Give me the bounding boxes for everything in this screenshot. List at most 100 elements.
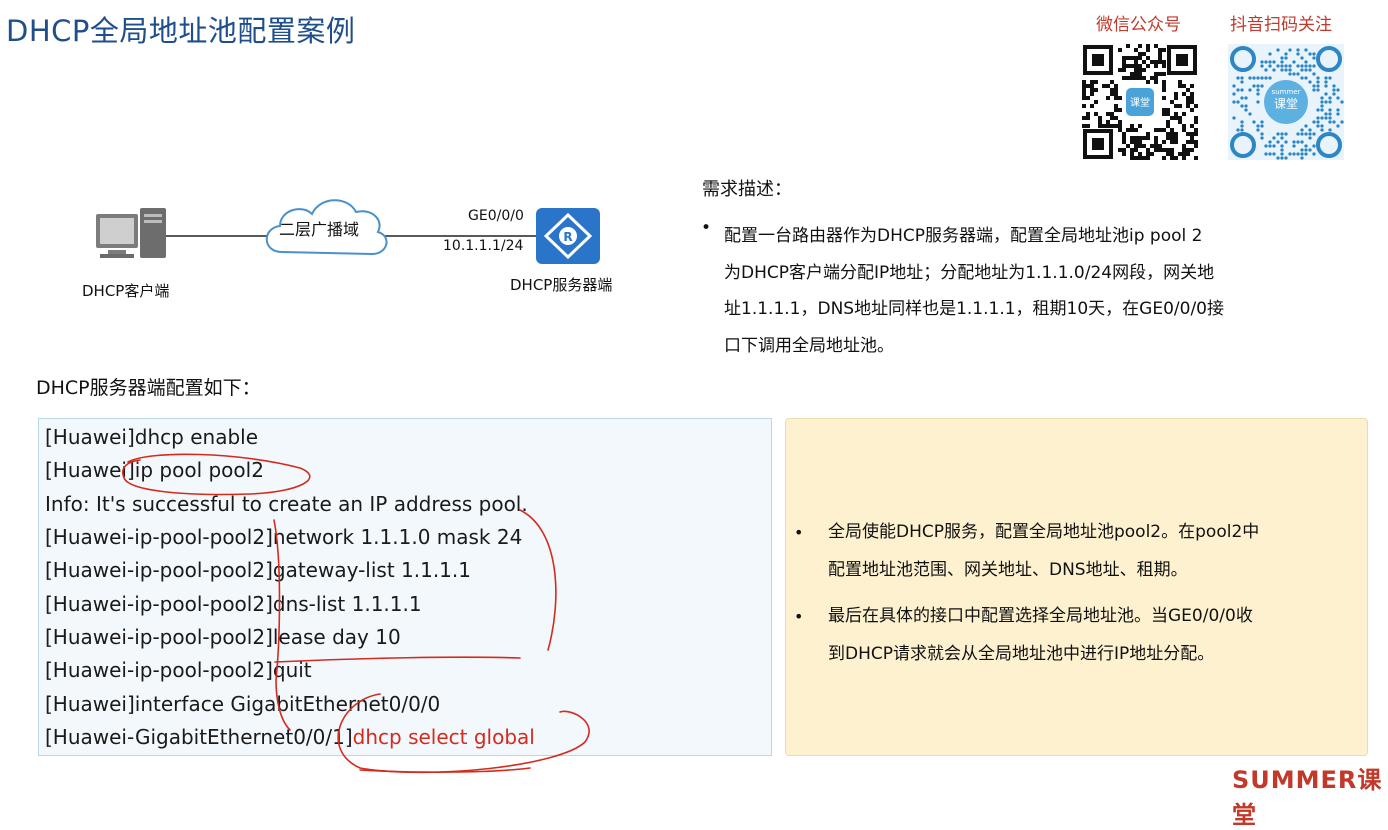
qr-module (1142, 136, 1146, 140)
qr-module (1332, 84, 1336, 88)
qr-module (1134, 56, 1138, 60)
qr-module (1232, 92, 1236, 96)
qr-module (1244, 104, 1248, 108)
code-line: [Huawei-ip-pool-pool2]network 1.1.1.0 ma… (45, 525, 523, 549)
qr-module (1300, 64, 1304, 68)
qr-module (1340, 100, 1344, 104)
qr-module (1336, 108, 1340, 112)
qr-module (1186, 140, 1190, 144)
qr-module (1182, 84, 1186, 88)
qr-module (1240, 76, 1244, 80)
qr-module (1304, 132, 1308, 136)
qr-module (1094, 88, 1098, 92)
qr-module (1292, 152, 1296, 156)
qr-module (1178, 104, 1182, 108)
qr-module (1240, 104, 1244, 108)
config-heading: DHCP服务器端配置如下： (36, 377, 261, 399)
qr-module (1142, 68, 1146, 72)
qr-module (1312, 152, 1316, 156)
qr-module (1300, 152, 1304, 156)
qr-module (1142, 60, 1146, 64)
qr-module (1134, 148, 1138, 152)
requirement-line: 配置一台路由器作为DHCP服务器端，配置全局地址池ip pool 2 (724, 226, 1203, 246)
qr-module (1166, 120, 1170, 124)
router-symbol: R (563, 230, 572, 244)
qr-module (1194, 104, 1198, 108)
qr-module (1102, 84, 1106, 88)
note-bullet: • (794, 607, 804, 626)
qr-module (1288, 64, 1292, 68)
qr-module (1162, 72, 1166, 76)
qr-module (1240, 88, 1244, 92)
qr-module (1260, 120, 1264, 124)
qr-module (1110, 88, 1114, 92)
pc-icon (96, 208, 166, 258)
qr-module (1126, 144, 1130, 148)
qr-module (1308, 68, 1312, 72)
qr-module (1118, 128, 1122, 132)
qr-module (1324, 92, 1328, 96)
qr-module (1308, 80, 1312, 84)
qr-module (1300, 68, 1304, 72)
qr-module (1090, 80, 1094, 84)
qr-module (1162, 156, 1166, 160)
qr-module (1118, 68, 1122, 72)
qr-module (1300, 128, 1304, 132)
qr-module (1260, 76, 1264, 80)
qr-module (1190, 148, 1194, 152)
qr-module (1182, 112, 1186, 116)
qr-module (1174, 104, 1178, 108)
qr-module (1154, 144, 1158, 148)
qr-module (1138, 52, 1142, 56)
qr-module (1082, 80, 1086, 84)
qr-module (1106, 112, 1110, 116)
qr-module (1300, 132, 1304, 136)
qr-module (1272, 68, 1276, 72)
qr-module (1300, 156, 1304, 160)
qr-module (1296, 132, 1300, 136)
qr-module (1276, 140, 1280, 144)
qr-module (1194, 116, 1198, 120)
qr-module (1146, 44, 1150, 48)
qr-module (1236, 100, 1240, 104)
qr-module (1086, 112, 1090, 116)
qr-module (1158, 48, 1162, 52)
qr-module (1174, 132, 1178, 136)
qr-module (1154, 64, 1158, 68)
qr-module (1252, 120, 1256, 124)
qr-module (1312, 144, 1316, 148)
qr-module (1194, 128, 1198, 132)
qr-module (1098, 116, 1102, 120)
ip-address-label: 10.1.1.1/24 (443, 238, 524, 254)
qr-module (1166, 108, 1170, 112)
qr-module (1130, 124, 1134, 128)
qr-module (1162, 84, 1166, 88)
qr-module (1296, 64, 1300, 68)
qr-module (1248, 76, 1252, 80)
qr-module (1170, 100, 1174, 104)
qr-module (1130, 128, 1134, 132)
qr-module (1288, 48, 1292, 52)
qr-module (1328, 76, 1332, 80)
qr-module (1166, 148, 1170, 152)
qr-module (1240, 96, 1244, 100)
qr-module (1142, 144, 1146, 148)
qr-module (1308, 128, 1312, 132)
qr-module (1186, 96, 1190, 100)
qr-module (1098, 124, 1102, 128)
qr-module (1304, 64, 1308, 68)
notes-panel: • 全局使能DHCP服务，配置全局地址池pool2。在pool2中 配置地址池范… (785, 418, 1368, 756)
qr-module (1182, 124, 1186, 128)
qr-module (1182, 144, 1186, 148)
code-line: [Huawei-ip-pool-pool2]lease day 10 (45, 625, 401, 649)
qr-module (1320, 124, 1324, 128)
qr-module (1122, 136, 1126, 140)
qr-module (1170, 136, 1174, 140)
qr-module (1162, 88, 1166, 92)
interface-label: GE0/0/0 (468, 208, 524, 224)
note-line: 全局使能DHCP服务，配置全局地址池pool2。在pool2中 (828, 522, 1260, 542)
qr-module (1146, 48, 1150, 52)
code-line-last: [Huawei-GigabitEthernet0/0/1]dhcp select… (45, 725, 535, 749)
qr-module (1122, 76, 1126, 80)
qr-module (1158, 128, 1162, 132)
